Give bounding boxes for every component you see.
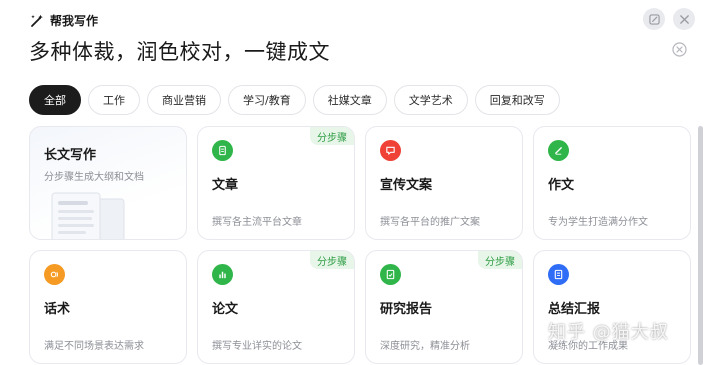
card-title: 总结汇报 bbox=[548, 302, 601, 317]
card-essay[interactable]: 作文 专为学生打造满分作文 bbox=[533, 126, 691, 240]
card-title: 文章 bbox=[212, 178, 239, 193]
card-research-report[interactable]: 分步骤 研究报告 深度研究，精准分析 bbox=[365, 250, 523, 364]
tab-marketing[interactable]: 商业营销 bbox=[147, 85, 221, 115]
step-badge: 分步骤 bbox=[310, 127, 354, 145]
pen-icon bbox=[548, 140, 569, 161]
card-title: 宣传文案 bbox=[380, 178, 433, 193]
card-long-form[interactable]: 长文写作 分步骤生成大纲和文档 bbox=[29, 126, 187, 240]
document-illustration bbox=[51, 192, 125, 239]
assistant-header: 帮我写作 bbox=[30, 12, 98, 29]
card-description: 深度研究，精准分析 bbox=[380, 341, 470, 352]
header-title: 帮我写作 bbox=[50, 14, 99, 28]
card-description: 分步骤生成大纲和文档 bbox=[44, 172, 144, 183]
speaker-icon bbox=[44, 264, 65, 285]
input-headline[interactable]: 多种体裁，润色校对，一键成文 bbox=[29, 36, 330, 66]
tab-work[interactable]: 工作 bbox=[88, 85, 140, 115]
chat-bubble-icon bbox=[380, 140, 401, 161]
tab-all[interactable]: 全部 bbox=[29, 85, 81, 115]
card-description: 专为学生打造满分作文 bbox=[548, 217, 648, 228]
card-title: 研究报告 bbox=[380, 302, 433, 317]
edit-button[interactable] bbox=[643, 8, 665, 30]
step-badge: 分步骤 bbox=[310, 251, 354, 269]
card-description: 撰写各平台的推广文案 bbox=[380, 217, 480, 228]
category-tabs: 全部 工作 商业营销 学习/教育 社媒文章 文学艺术 回复和改写 bbox=[29, 85, 560, 115]
close-button[interactable] bbox=[673, 8, 695, 30]
card-summary-report[interactable]: 总结汇报 凝练你的工作成果 bbox=[533, 250, 691, 364]
step-badge: 分步骤 bbox=[478, 251, 522, 269]
magic-wand-icon bbox=[31, 14, 43, 27]
card-title: 论文 bbox=[212, 302, 239, 317]
report-icon bbox=[380, 264, 401, 285]
bar-chart-icon bbox=[212, 264, 233, 285]
close-icon bbox=[679, 14, 689, 24]
card-description: 满足不同场景表达需求 bbox=[44, 341, 144, 352]
summary-icon bbox=[548, 264, 569, 285]
tab-education[interactable]: 学习/教育 bbox=[228, 85, 306, 115]
edit-icon bbox=[648, 13, 660, 25]
watermark: 知乎 @猫大叔 bbox=[548, 322, 669, 343]
tab-reply-rewrite[interactable]: 回复和改写 bbox=[474, 85, 560, 115]
card-speech[interactable]: 话术 满足不同场景表达需求 bbox=[29, 250, 187, 364]
card-description: 撰写专业详实的论文 bbox=[212, 341, 302, 352]
clear-input-icon[interactable] bbox=[672, 42, 687, 57]
card-thesis[interactable]: 分步骤 论文 撰写专业详实的论文 bbox=[197, 250, 355, 364]
tab-literature[interactable]: 文学艺术 bbox=[393, 85, 468, 115]
scrollbar[interactable] bbox=[698, 126, 703, 365]
card-title: 长文写作 bbox=[44, 148, 97, 163]
card-title: 作文 bbox=[548, 178, 575, 193]
tab-social-media[interactable]: 社媒文章 bbox=[312, 85, 387, 115]
card-description: 撰写各主流平台文章 bbox=[212, 217, 302, 228]
document-icon bbox=[212, 140, 233, 161]
card-article[interactable]: 分步骤 文章 撰写各主流平台文章 bbox=[197, 126, 355, 240]
card-title: 话术 bbox=[44, 302, 71, 317]
card-promo-copy[interactable]: 宣传文案 撰写各平台的推广文案 bbox=[365, 126, 523, 240]
